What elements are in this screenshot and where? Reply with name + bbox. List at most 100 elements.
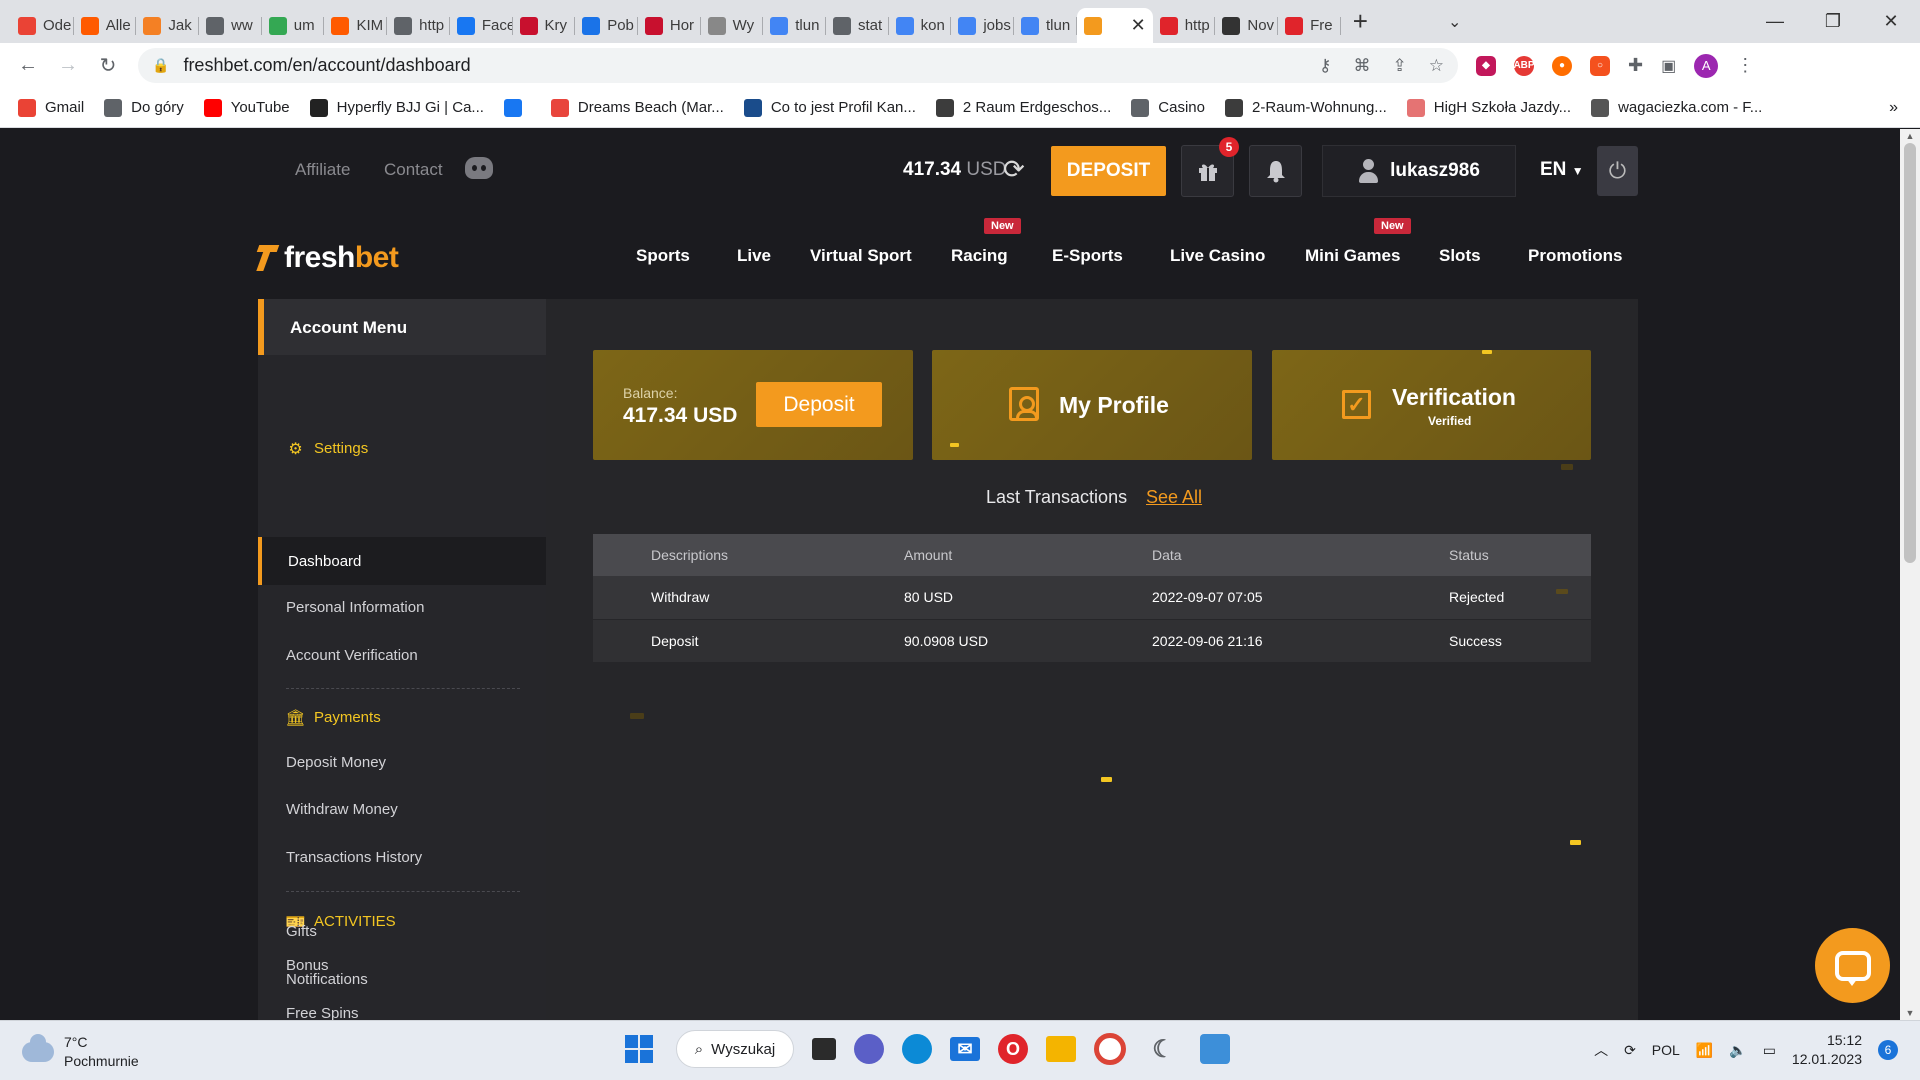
discord-icon[interactable]: [465, 157, 493, 179]
menu-kebab-icon[interactable]: ⋮: [1736, 55, 1754, 76]
browser-tab[interactable]: tlun: [763, 8, 826, 43]
bookmark-item[interactable]: [503, 98, 531, 117]
browser-tab[interactable]: ✕: [1076, 8, 1153, 43]
bookmark-item[interactable]: Do góry: [104, 98, 184, 117]
sidebar-item-transactions-history[interactable]: Transactions History: [286, 849, 422, 866]
close-tab-icon[interactable]: ✕: [1131, 15, 1146, 36]
nav-virtual-sport[interactable]: Virtual Sport: [810, 246, 912, 266]
bookmark-item[interactable]: Casino: [1131, 98, 1205, 117]
chevron-up-icon[interactable]: ︿: [1594, 1040, 1608, 1060]
browser-tab[interactable]: Kry: [513, 8, 576, 43]
minimize-icon[interactable]: —: [1746, 11, 1804, 32]
logout-power-icon[interactable]: ⏻: [1597, 146, 1638, 196]
bookmarks-overflow-button[interactable]: »: [1889, 99, 1898, 117]
verification-card[interactable]: ✓ Verification Verified: [1272, 350, 1591, 460]
browser-tab[interactable]: jobs: [951, 8, 1014, 43]
start-button[interactable]: [620, 1030, 658, 1068]
browser-tab[interactable]: KIM: [324, 8, 387, 43]
my-profile-card[interactable]: My Profile: [932, 350, 1252, 460]
battery-icon[interactable]: ▭: [1763, 1042, 1776, 1059]
bookmark-item[interactable]: YouTube: [203, 98, 290, 117]
language-selector[interactable]: EN ▼: [1540, 159, 1584, 181]
reload-icon[interactable]: ↻: [88, 53, 128, 78]
scroll-up-icon[interactable]: ▲: [1900, 131, 1920, 141]
extension-flame-icon[interactable]: ●: [1552, 55, 1572, 76]
browser-tab[interactable]: Pob: [575, 8, 638, 43]
notification-count-badge[interactable]: 6: [1878, 1040, 1898, 1060]
nav-sports[interactable]: Sports: [636, 246, 690, 266]
input-language[interactable]: POL: [1652, 1042, 1680, 1058]
extension-record-icon[interactable]: ○: [1590, 55, 1610, 76]
bookmark-item[interactable]: Co to jest Profil Kan...: [743, 98, 916, 117]
bookmark-item[interactable]: 2-Raum-Wohnung...: [1225, 98, 1387, 117]
bookmark-star-icon[interactable]: ☆: [1429, 56, 1444, 76]
scroll-down-icon[interactable]: ▼: [1900, 1008, 1920, 1018]
refresh-balance-icon[interactable]: ⟳: [1003, 154, 1025, 185]
browser-tab[interactable]: stat: [826, 8, 889, 43]
opera-icon[interactable]: O: [998, 1034, 1028, 1064]
file-explorer-icon[interactable]: [1046, 1036, 1076, 1062]
contact-link[interactable]: Contact: [384, 160, 443, 180]
lock-icon[interactable]: 🔒: [152, 57, 169, 74]
card-deposit-button[interactable]: Deposit: [756, 382, 882, 427]
browser-tab[interactable]: Jak: [136, 8, 199, 43]
task-view-icon[interactable]: [812, 1038, 836, 1060]
profile-avatar-icon[interactable]: A: [1694, 53, 1719, 78]
nav-promotions[interactable]: Promotions: [1528, 246, 1622, 266]
browser-tab[interactable]: ww: [199, 8, 262, 43]
key-icon[interactable]: ⚷: [1319, 56, 1331, 76]
nav-slots[interactable]: Slots: [1439, 246, 1481, 266]
header-deposit-button[interactable]: DEPOSIT: [1051, 146, 1166, 196]
translate-icon[interactable]: ⌘: [1354, 56, 1371, 76]
adblock-icon[interactable]: ABP: [1513, 55, 1535, 76]
tab-search-icon[interactable]: ⌄: [1448, 12, 1461, 32]
bookmark-item[interactable]: HigH Szkoła Jazdy...: [1406, 98, 1571, 117]
affiliate-link[interactable]: Affiliate: [295, 160, 350, 180]
new-tab-icon[interactable]: +: [1353, 6, 1368, 37]
browser-tab[interactable]: Wy: [701, 8, 764, 43]
page-scrollbar[interactable]: ▲ ▼: [1900, 129, 1920, 1020]
sidebar-item-deposit-money[interactable]: Deposit Money: [286, 754, 386, 771]
puzzle-icon[interactable]: ✚: [1628, 55, 1643, 76]
taskbar-search[interactable]: ⌕ Wyszukaj: [676, 1030, 794, 1068]
browser-tab[interactable]: Fre: [1278, 8, 1341, 43]
sidebar-item-account-verification[interactable]: Account Verification: [286, 647, 418, 664]
browser-tab[interactable]: Nov: [1215, 8, 1278, 43]
nav-live[interactable]: Live: [737, 246, 771, 266]
user-menu-button[interactable]: lukasz986: [1322, 145, 1516, 197]
freshbet-logo[interactable]: fresh bet: [258, 241, 399, 275]
notifications-button[interactable]: [1249, 145, 1302, 197]
wifi-icon[interactable]: 📶: [1696, 1042, 1713, 1059]
url-input[interactable]: 🔒 freshbet.com/en/account/dashboard ⚷ ⌘ …: [138, 48, 1458, 83]
teams-chat-icon[interactable]: [854, 1034, 884, 1064]
bookmark-item[interactable]: Gmail: [18, 98, 84, 117]
browser-tab[interactable]: Ode: [11, 8, 74, 43]
bookmark-item[interactable]: wagaciezka.com - F...: [1591, 98, 1762, 117]
sidebar-item-withdraw-money[interactable]: Withdraw Money: [286, 801, 398, 818]
photos-app-icon[interactable]: [1200, 1034, 1230, 1064]
live-chat-button[interactable]: [1815, 928, 1890, 1003]
sidebar-item-personal-information[interactable]: Personal Information: [286, 599, 424, 616]
volume-icon[interactable]: 🔈: [1729, 1042, 1746, 1059]
forward-icon[interactable]: →: [48, 54, 88, 77]
chrome-icon[interactable]: [1094, 1033, 1126, 1065]
browser-tab[interactable]: Alle: [74, 8, 137, 43]
weather-widget[interactable]: 7°C Pochmurnie: [22, 1033, 139, 1071]
browser-tab[interactable]: Hor: [638, 8, 701, 43]
close-window-icon[interactable]: ✕: [1862, 11, 1920, 32]
bookmark-item[interactable]: Dreams Beach (Mar...: [550, 98, 724, 117]
moon-app-icon[interactable]: ☾: [1144, 1030, 1182, 1068]
browser-tab[interactable]: um: [262, 8, 325, 43]
sidebar-item-notifications[interactable]: Notifications: [286, 971, 368, 988]
mail-icon[interactable]: ✉: [950, 1037, 980, 1061]
sidebar-item-dashboard[interactable]: Dashboard: [258, 537, 546, 585]
sidebar-item-gifts[interactable]: Gifts: [286, 923, 317, 940]
scrollbar-thumb[interactable]: [1904, 143, 1916, 563]
browser-tab[interactable]: http: [1153, 8, 1216, 43]
extension-shield-icon[interactable]: ◆: [1476, 55, 1496, 76]
nav-live-casino[interactable]: Live Casino: [1170, 246, 1265, 266]
bookmark-item[interactable]: Hyperfly BJJ Gi | Ca...: [309, 98, 484, 117]
sidebar-item-free-spins[interactable]: Free Spins: [286, 1005, 359, 1020]
nav-racing[interactable]: Racing: [951, 246, 1008, 266]
nav-mini-games[interactable]: Mini Games: [1305, 246, 1400, 266]
